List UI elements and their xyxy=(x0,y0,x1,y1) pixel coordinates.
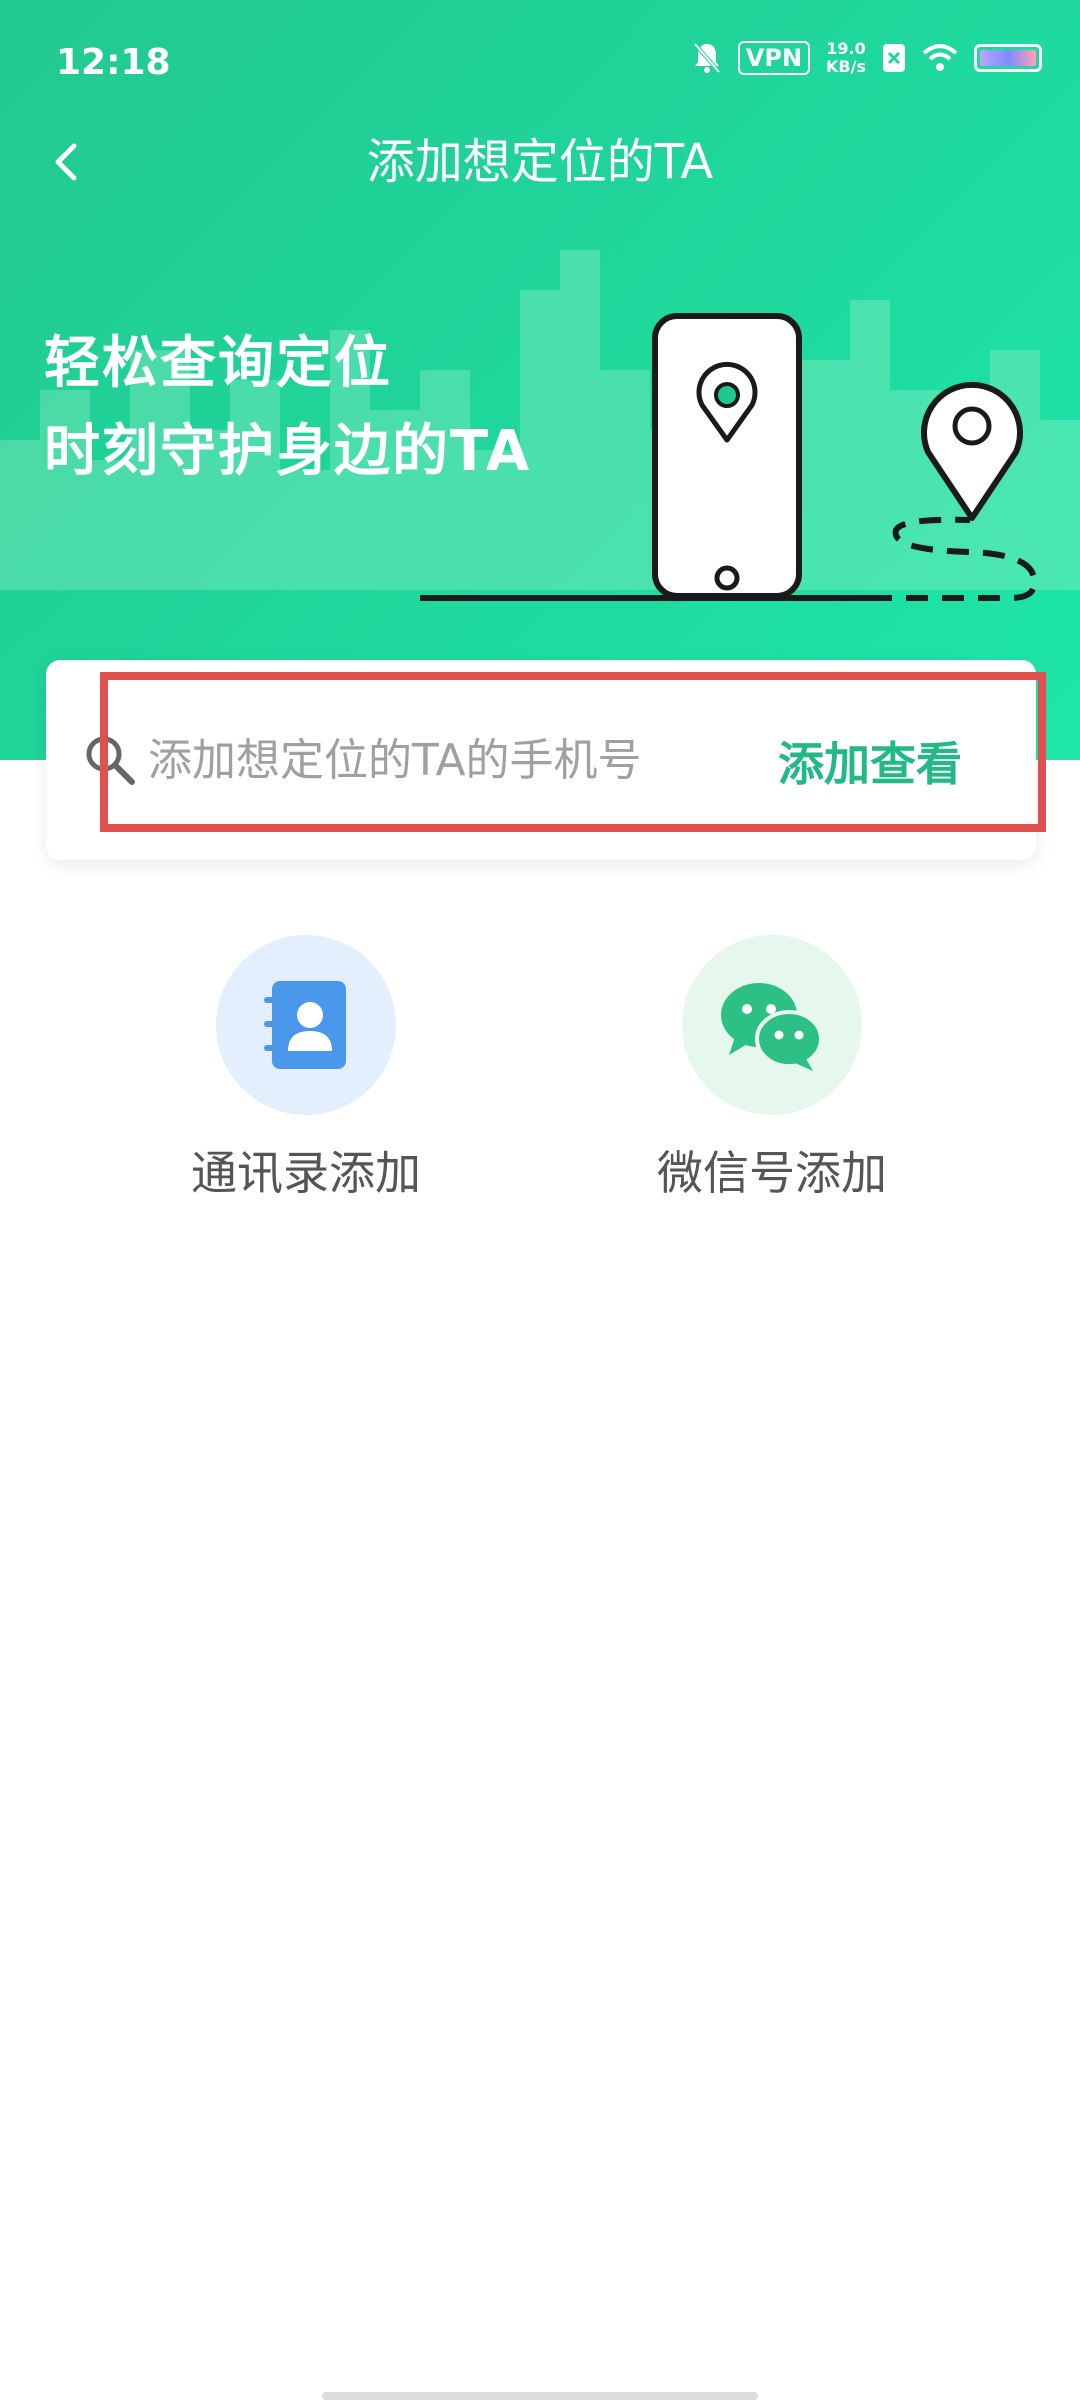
contacts-icon-circle xyxy=(216,935,396,1115)
highlight-box xyxy=(100,672,1046,832)
wechat-label: 微信号添加 xyxy=(657,1146,887,1200)
mute-bell-icon xyxy=(693,42,721,74)
page-title: 添加想定位的TA xyxy=(366,134,714,190)
vpn-badge: VPN xyxy=(737,41,811,75)
contacts-book-icon xyxy=(264,981,346,1069)
network-speed-value: 19.0 xyxy=(826,39,866,58)
status-bar: 12:18 VPN 19.0 KB/s xyxy=(0,0,1080,120)
wifi-icon xyxy=(922,44,958,71)
add-from-contacts-button[interactable]: 通讯录添加 xyxy=(176,935,436,1203)
add-from-wechat-button[interactable]: 微信号添加 xyxy=(642,935,902,1203)
contacts-label: 通讯录添加 xyxy=(191,1146,421,1200)
home-indicator[interactable] xyxy=(322,2392,758,2400)
sim-x-icon xyxy=(883,44,905,72)
wechat-icon-circle xyxy=(682,935,862,1115)
wechat-icon xyxy=(721,983,823,1071)
phone-location-illustration xyxy=(420,313,1038,601)
network-speed: 19.0 KB/s xyxy=(826,40,866,76)
battery-icon xyxy=(974,44,1042,72)
network-speed-unit: KB/s xyxy=(826,57,866,76)
status-time: 12:18 xyxy=(56,42,171,83)
